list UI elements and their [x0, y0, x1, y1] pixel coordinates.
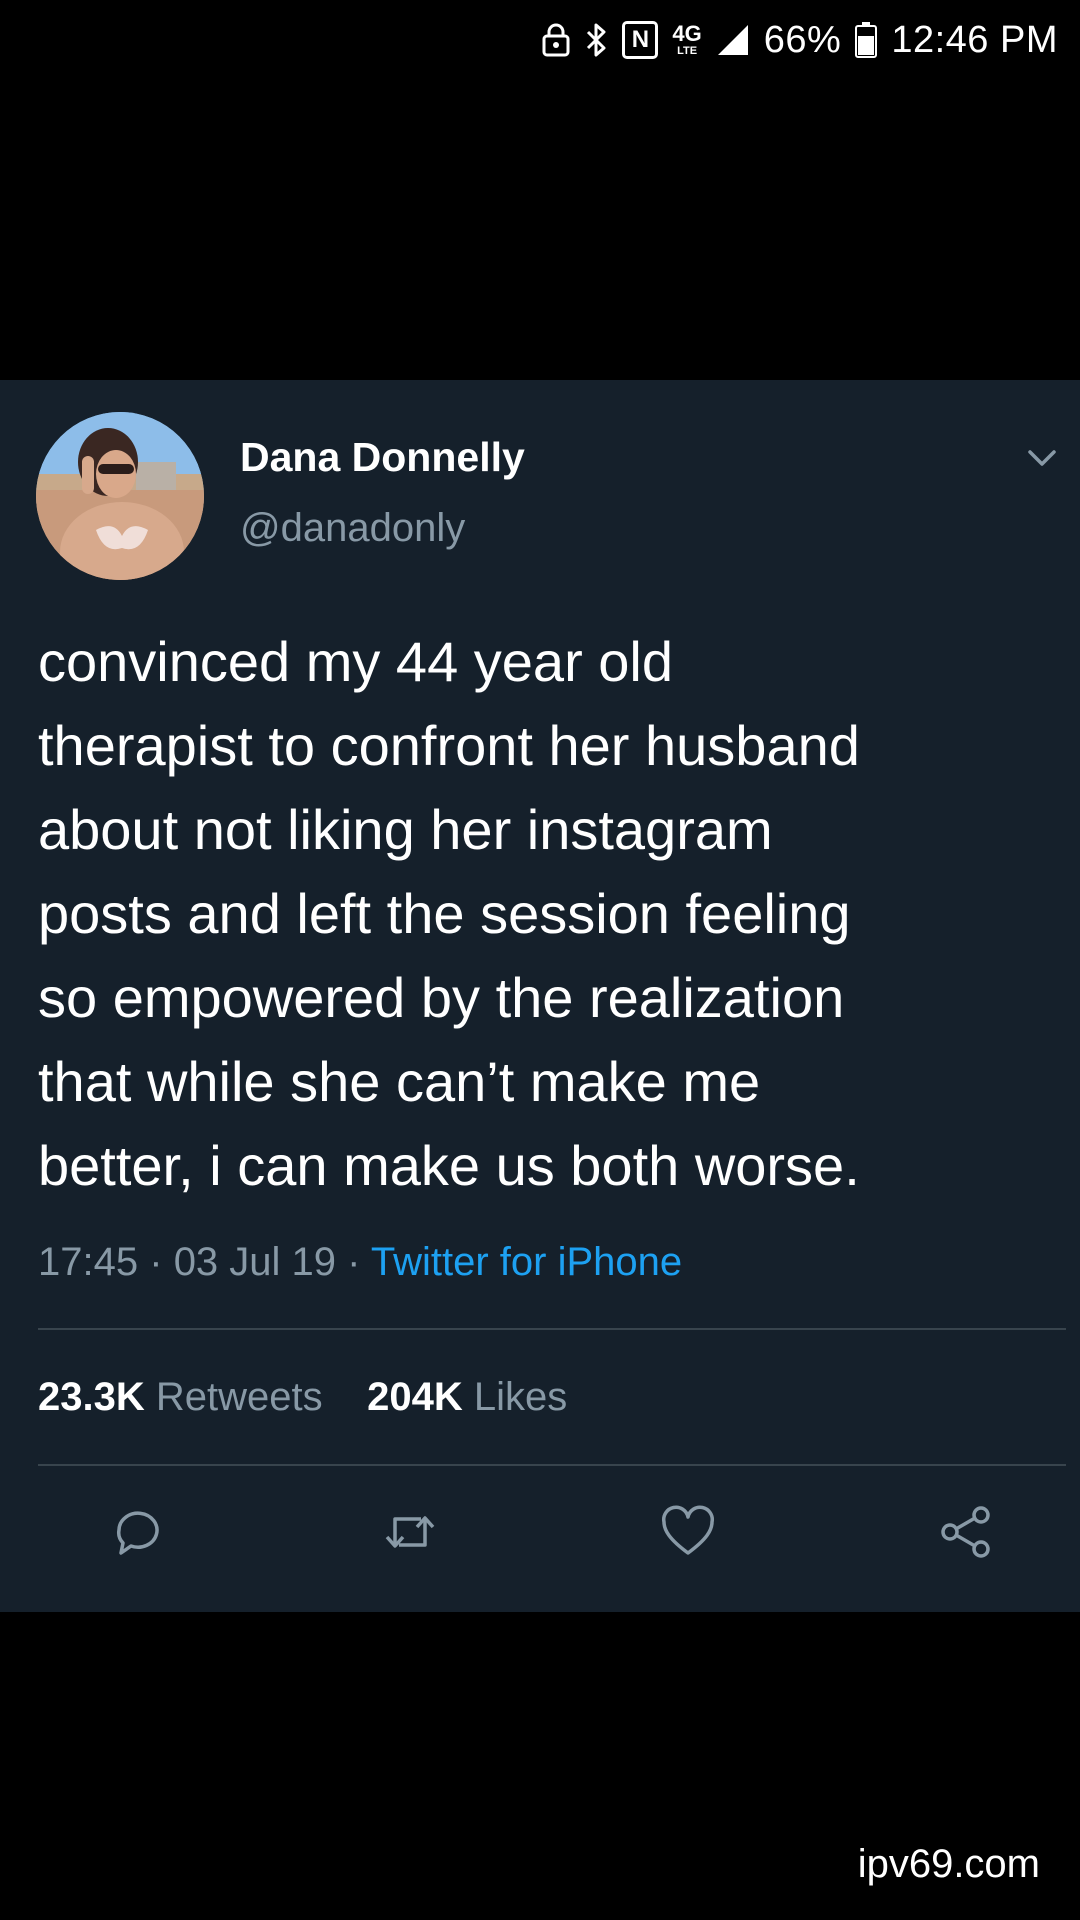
tweet-text: convinced my 44 year old therapist to co… [38, 630, 860, 1197]
network-indicator: 4G LTE [672, 21, 702, 58]
retweet-icon [385, 1516, 435, 1548]
nfc-icon: N [622, 21, 659, 59]
lock-icon [542, 23, 570, 57]
reply-button[interactable] [106, 1500, 170, 1564]
avatar[interactable] [36, 412, 204, 580]
network-label: 4G [672, 21, 702, 46]
like-icon [662, 1505, 714, 1555]
tweet-date: 03 Jul 19 [173, 1240, 337, 1284]
tweet-card: Dana Donnelly @danadonly convinced my 44… [0, 380, 1080, 1612]
reply-icon [117, 1511, 159, 1555]
tweet-stats: 23.3K Retweets 204K Likes [38, 1375, 567, 1420]
likes-count: 204K [367, 1375, 463, 1419]
meta-separator: · [347, 1240, 361, 1284]
battery-icon [855, 22, 878, 58]
tweet-source-link[interactable]: Twitter for iPhone [371, 1240, 682, 1284]
display-name[interactable]: Dana Donnelly [240, 434, 525, 481]
tweet-meta: 17:45 · 03 Jul 19 · Twitter for iPhone [38, 1240, 682, 1285]
like-button[interactable] [656, 1500, 720, 1564]
clock: 12:46 PM [891, 18, 1058, 61]
retweets-stat[interactable]: 23.3K Retweets [38, 1375, 323, 1419]
signal-icon [716, 23, 750, 57]
likes-label: Likes [473, 1375, 568, 1419]
meta-separator: · [149, 1240, 163, 1284]
share-button[interactable] [934, 1500, 998, 1564]
watermark-text: ipv69.com [857, 1842, 1040, 1886]
bluetooth-icon [584, 22, 608, 58]
network-sublabel: LTE [677, 45, 698, 57]
retweets-count: 23.3K [38, 1375, 145, 1419]
retweets-label: Retweets [155, 1375, 323, 1419]
share-icon [941, 1506, 990, 1558]
chevron-down-icon[interactable] [1022, 438, 1062, 478]
tweet-actions [0, 1500, 1080, 1590]
battery-percent: 66% [763, 18, 842, 61]
status-bar: N 4G LTE 66% 12:46 PM [0, 0, 1080, 80]
retweet-button[interactable] [378, 1500, 442, 1564]
user-handle[interactable]: @danadonly [240, 506, 465, 551]
tweet-time: 17:45 [38, 1240, 139, 1284]
divider [38, 1464, 1066, 1466]
divider [38, 1328, 1066, 1330]
likes-stat[interactable]: 204K Likes [367, 1375, 567, 1419]
